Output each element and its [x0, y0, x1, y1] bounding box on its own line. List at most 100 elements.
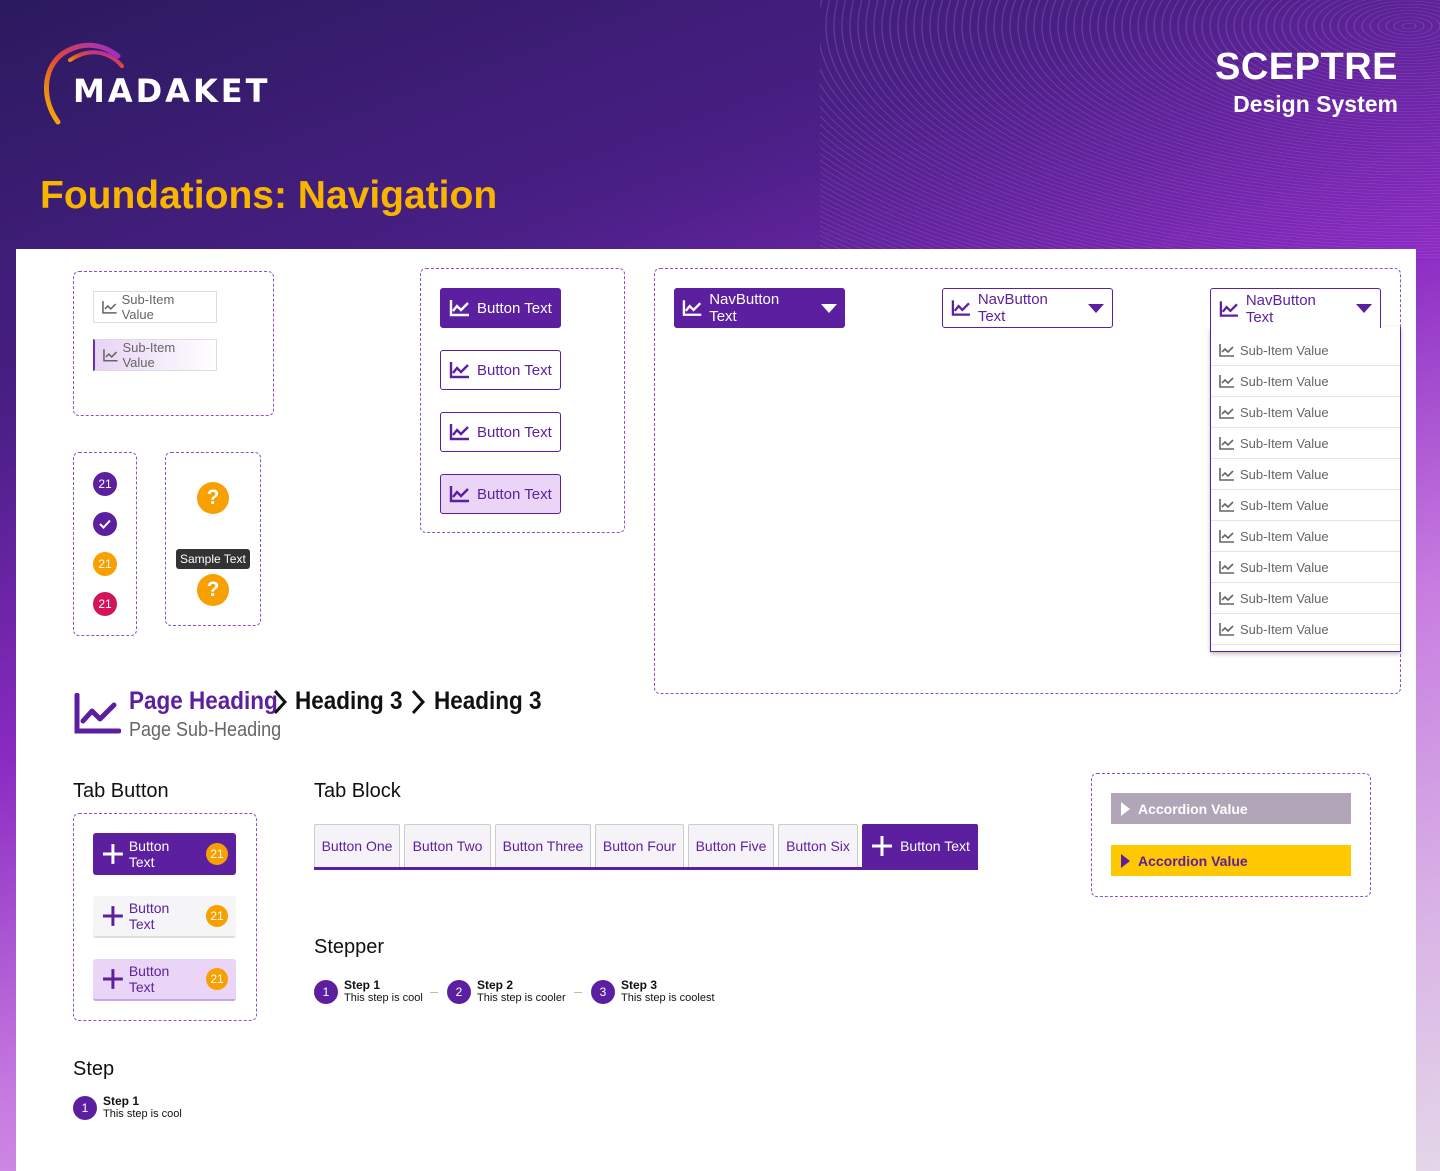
dropdown-item[interactable]: Sub-Item Value: [1211, 459, 1400, 490]
chart-line-icon: [1219, 406, 1234, 419]
count-badge-orange: 21: [93, 552, 117, 576]
button-outline[interactable]: Button Text: [440, 350, 561, 390]
chart-line-icon: [682, 300, 702, 316]
dropdown-item-label: Sub-Item Value: [1240, 373, 1329, 389]
step-title: Step 2: [477, 978, 514, 992]
step-number: 3: [591, 980, 615, 1004]
accordion-label: Accordion Value: [1138, 852, 1248, 869]
step-number: 1: [73, 1096, 97, 1120]
tab-button-label: Button Text: [128, 900, 170, 932]
page-heading-subtitle: Page Sub-Heading: [129, 719, 282, 741]
chart-line-icon: [449, 362, 469, 379]
tab-button-two[interactable]: Button Two: [404, 824, 491, 867]
single-step[interactable]: 1 Step 1 This step is cool: [73, 1095, 182, 1121]
dropdown-item[interactable]: Sub-Item Value: [1211, 552, 1400, 583]
step-title: Step 3: [621, 978, 658, 992]
section-label-stepper: Stepper: [314, 936, 385, 958]
step-subtitle: This step is cool: [103, 1108, 182, 1120]
button-primary[interactable]: Button Text: [440, 288, 561, 328]
dropdown-item[interactable]: Sub-Item Value: [1211, 583, 1400, 614]
dropdown-item-label: Sub-Item Value: [1240, 466, 1329, 482]
chart-line-icon: [1219, 468, 1234, 481]
section-label-tab-button: Tab Button: [73, 780, 169, 802]
step-number: 2: [447, 980, 471, 1004]
chart-line-icon: [449, 486, 469, 503]
section-label-step: Step: [73, 1058, 115, 1080]
breadcrumb-heading[interactable]: Heading 3: [434, 687, 542, 716]
chart-line-icon: [1219, 623, 1234, 636]
navbutton-outline[interactable]: NavButton Text: [942, 288, 1113, 328]
chevron-right-icon: [273, 689, 288, 715]
tab-count-badge: 21: [206, 968, 228, 990]
accordion-label: Accordion Value: [1138, 800, 1248, 817]
page-title: Foundations: Navigation: [40, 174, 498, 217]
subitem-label: Sub-Item Value: [122, 340, 176, 370]
tab-button-five[interactable]: Button Five: [688, 824, 774, 867]
dropdown-item-label: Sub-Item Value: [1240, 621, 1329, 637]
tab-button-soft[interactable]: Button Text 21: [93, 959, 236, 1001]
question-icon[interactable]: ?: [197, 482, 229, 514]
chart-line-icon: [1219, 375, 1234, 388]
caret-down-icon: [1356, 304, 1372, 313]
logo-wordmark: MADAKET: [73, 72, 271, 110]
navbutton-primary[interactable]: NavButton Text: [674, 288, 845, 328]
step-subtitle: This step is cool: [344, 992, 423, 1004]
accordion-item-collapsed[interactable]: Accordion Value: [1111, 793, 1351, 824]
caret-right-icon: [1121, 853, 1130, 868]
count-badge-pink: 21: [93, 592, 117, 616]
accordion-item-highlighted[interactable]: Accordion Value: [1111, 845, 1351, 876]
tab-button-four[interactable]: Button Four: [595, 824, 684, 867]
caret-down-icon: [821, 303, 837, 313]
dropdown-item[interactable]: Sub-Item Value: [1211, 397, 1400, 428]
navbutton-label: NavButton Text: [709, 291, 780, 325]
button-soft[interactable]: Button Text: [440, 474, 561, 514]
count-badge-purple: 21: [93, 472, 117, 496]
dropdown-item-label: Sub-Item Value: [1240, 590, 1329, 606]
dropdown-item[interactable]: Sub-Item Value: [1211, 614, 1400, 645]
dropdown-item-label: Sub-Item Value: [1240, 435, 1329, 451]
dropdown-item[interactable]: Sub-Item Value: [1211, 521, 1400, 552]
brand-title: SCEPTRE Design System: [1215, 46, 1398, 118]
step-separator: [574, 992, 582, 993]
caret-down-icon: [1088, 303, 1104, 313]
dropdown-item[interactable]: Sub-Item Value: [1211, 335, 1400, 366]
chart-line-icon: [1219, 561, 1234, 574]
dropdown-item-label: Sub-Item Value: [1240, 342, 1329, 358]
chart-line-icon: [1219, 499, 1234, 512]
question-icon[interactable]: ?: [197, 574, 229, 606]
stepper-step[interactable]: 2 Step 2 This step is cooler: [447, 979, 566, 1005]
button-outline[interactable]: Button Text: [440, 412, 561, 452]
section-label-tab-block: Tab Block: [314, 780, 401, 802]
navbutton-open[interactable]: NavButton Text: [1210, 288, 1381, 328]
brand-subtitle: Design System: [1233, 91, 1398, 117]
chart-line-icon: [951, 300, 970, 316]
step-number: 1: [314, 980, 338, 1004]
chart-line-icon: [1219, 592, 1234, 605]
dropdown-item[interactable]: Sub-Item Value: [1211, 490, 1400, 521]
step-title: Step 1: [103, 1094, 140, 1108]
tab-button-active[interactable]: Button Text: [862, 824, 978, 867]
button-label: Button Text: [477, 423, 552, 441]
brand-name: SCEPTRE: [1215, 46, 1398, 88]
breadcrumb-heading[interactable]: Heading 3: [295, 687, 403, 716]
dropdown-item[interactable]: Sub-Item Value: [1211, 428, 1400, 459]
tab-button-six[interactable]: Button Six: [778, 824, 858, 867]
dropdown-item-label: Sub-Item Value: [1240, 497, 1329, 513]
dropdown-item[interactable]: Sub-Item Value: [1211, 366, 1400, 397]
dropdown-item-label: Sub-Item Value: [1240, 528, 1329, 544]
tab-button-one[interactable]: Button One: [314, 824, 400, 867]
tab-button-primary[interactable]: Button Text 21: [93, 833, 236, 875]
subitem-default[interactable]: Sub-Item Value: [93, 291, 217, 323]
stepper-step[interactable]: 1 Step 1 This step is cool: [314, 979, 423, 1005]
chart-line-icon: [1219, 300, 1238, 317]
subitem-hover[interactable]: Sub-Item Value: [93, 339, 217, 371]
tab-button-three[interactable]: Button Three: [495, 824, 591, 867]
tab-button-plain[interactable]: Button Text 21: [93, 896, 236, 938]
tab-count-badge: 21: [206, 843, 228, 865]
navbutton-label: NavButton Text: [977, 291, 1048, 325]
chart-line-icon: [449, 424, 469, 441]
stepper-step[interactable]: 3 Step 3 This step is coolest: [591, 979, 715, 1005]
navbutton-label: NavButton Text: [1245, 291, 1316, 326]
step-separator: [430, 992, 438, 993]
chart-line-icon: [1219, 437, 1234, 450]
